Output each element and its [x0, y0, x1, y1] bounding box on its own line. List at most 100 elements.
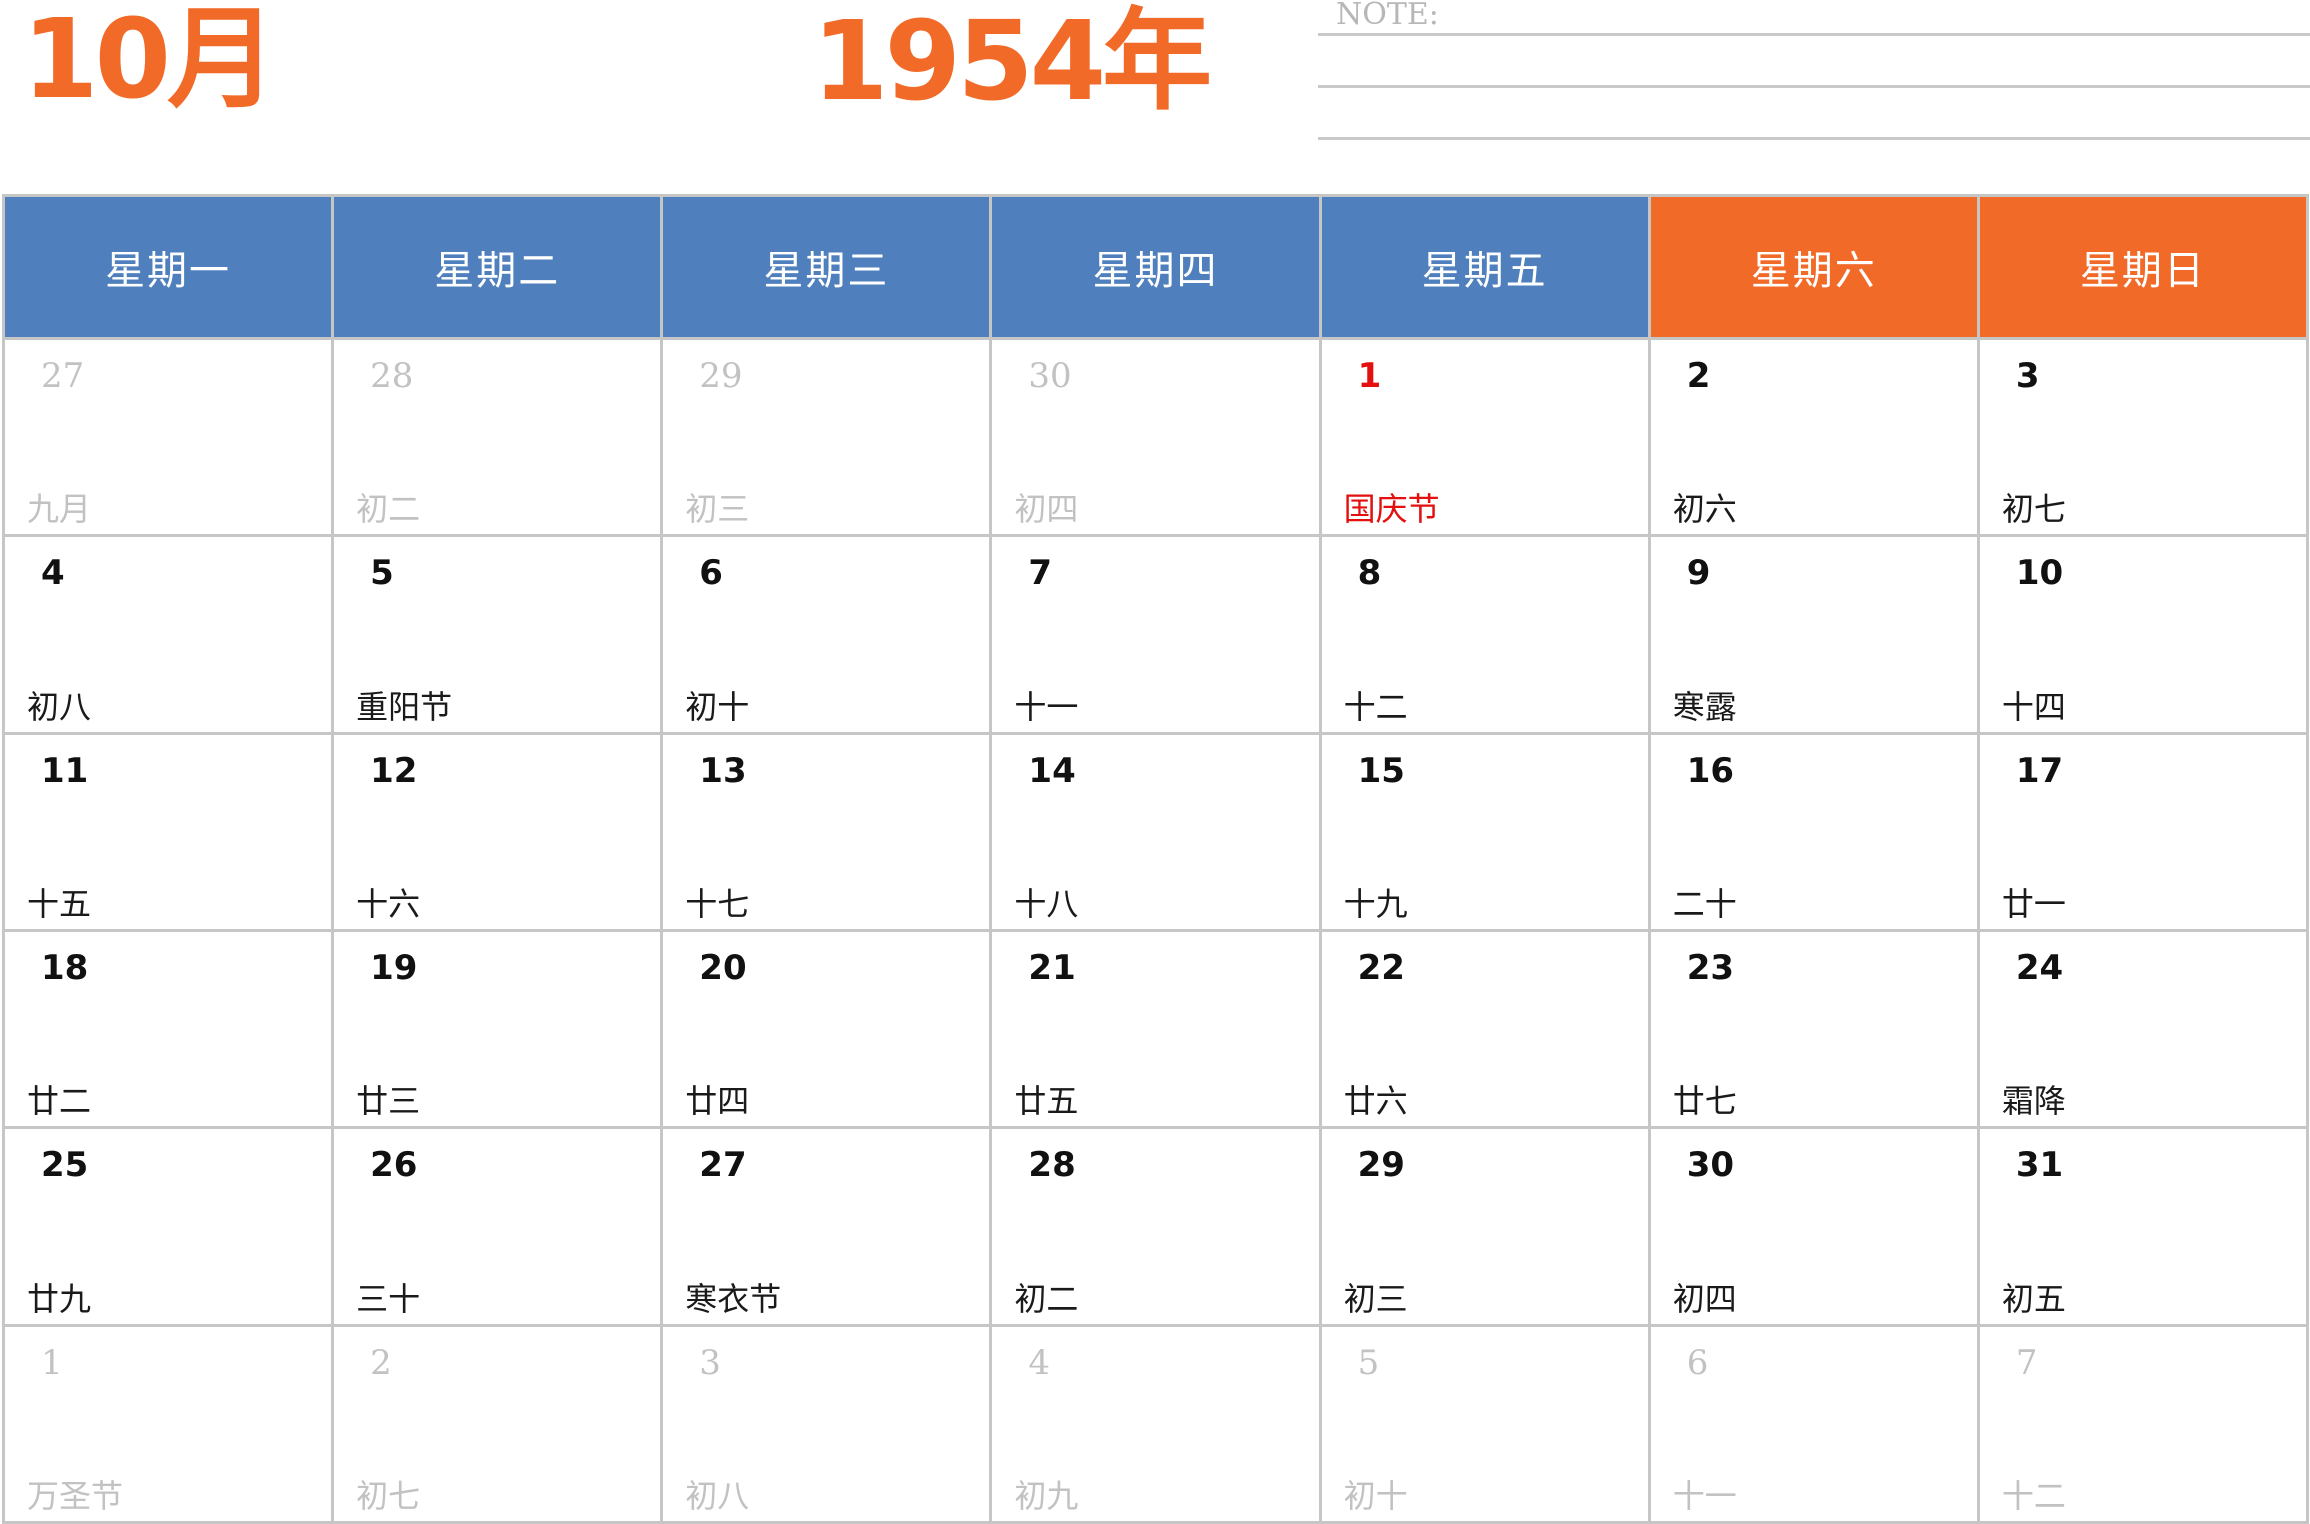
day-cell: 1 万圣节 — [5, 1326, 332, 1521]
day-number: 30 — [1686, 1145, 1735, 1186]
lunar-date: 九月 — [27, 490, 92, 529]
day-cell: 25 廿九 — [5, 1129, 332, 1324]
lunar-date: 霜降 — [2001, 1082, 2066, 1121]
day-cell: 12 十六 — [334, 734, 661, 929]
day-cell: 18 廿二 — [5, 931, 332, 1127]
day-number: 29 — [1357, 1145, 1405, 1186]
day-cell: 28 初二 — [992, 1129, 1319, 1324]
day-number: 28 — [1028, 1145, 1076, 1186]
lunar-date: 十六 — [356, 884, 421, 923]
day-cell: 7 十一 — [992, 537, 1319, 732]
lunar-date: 十一 — [1672, 1476, 1737, 1515]
day-number: 6 — [699, 553, 723, 594]
day-cell: 29 初三 — [1321, 1129, 1648, 1324]
day-number: 21 — [1028, 947, 1076, 988]
lunar-date: 初十 — [685, 687, 750, 726]
day-number: 8 — [1357, 553, 1382, 594]
note-label: NOTE: — [1336, 0, 1439, 32]
day-cell: 31 初五 — [1979, 1129, 2306, 1324]
day-number: 4 — [1028, 1342, 1051, 1383]
weekday-header: 星期五 — [1321, 197, 1648, 337]
lunar-date: 初八 — [685, 1476, 750, 1515]
lunar-date: 万圣节 — [27, 1476, 124, 1515]
day-number: 5 — [1357, 1342, 1380, 1383]
day-number: 3 — [2015, 356, 2040, 396]
calendar-grid: 星期一 星期二 星期三 星期四 星期五 星期六 星期日 27 九月 28 初二 29 初三 30 初四 1 国庆… — [2, 194, 2309, 1524]
day-cell: 19 廿三 — [334, 931, 661, 1127]
lunar-date: 初五 — [2001, 1279, 2066, 1318]
day-cell: 2 初七 — [334, 1326, 661, 1521]
lunar-date: 初四 — [1014, 490, 1079, 529]
day-cell: 1 国庆节 — [1321, 340, 1648, 535]
lunar-date: 初二 — [356, 490, 421, 529]
day-number: 4 — [41, 553, 65, 594]
lunar-date: 初三 — [1343, 1279, 1408, 1318]
weekday-header: 星期三 — [663, 197, 990, 337]
lunar-date: 廿九 — [27, 1279, 92, 1318]
lunar-date: 国庆节 — [1343, 490, 1440, 529]
day-cell: 2 初六 — [1650, 340, 1977, 535]
lunar-date: 二十 — [1672, 884, 1737, 923]
weekday-header: 星期一 — [5, 197, 332, 337]
day-cell: 5 重阳节 — [334, 537, 661, 732]
lunar-date: 廿三 — [356, 1082, 421, 1121]
day-number: 5 — [370, 553, 394, 594]
day-number: 17 — [2015, 750, 2064, 791]
lunar-date: 廿七 — [1672, 1082, 1737, 1121]
note-line — [1318, 85, 2310, 88]
day-number: 7 — [1028, 553, 1053, 594]
day-cell: 8 十二 — [1321, 537, 1648, 732]
day-number: 22 — [1357, 947, 1405, 988]
lunar-date: 初三 — [685, 490, 750, 529]
note-line — [1318, 33, 2310, 36]
lunar-date: 十一 — [1014, 687, 1079, 726]
day-cell: 5 初十 — [1321, 1326, 1648, 1521]
day-cell: 27 寒衣节 — [663, 1129, 990, 1324]
day-cell: 23 廿七 — [1650, 931, 1977, 1127]
lunar-date: 廿五 — [1014, 1082, 1079, 1121]
day-number: 23 — [1686, 947, 1735, 988]
lunar-date: 寒露 — [1672, 687, 1737, 726]
day-number: 10 — [2015, 553, 2064, 594]
day-number: 24 — [2015, 947, 2064, 988]
day-number: 31 — [2015, 1145, 2064, 1186]
lunar-date: 寒衣节 — [685, 1279, 782, 1318]
weekday-header: 星期日 — [1979, 197, 2306, 337]
lunar-date: 初七 — [2001, 490, 2066, 529]
day-number: 11 — [41, 750, 89, 791]
day-cell: 13 十七 — [663, 734, 990, 929]
day-number: 12 — [370, 750, 418, 791]
day-number: 13 — [699, 750, 747, 791]
day-cell: 21 廿五 — [992, 931, 1319, 1127]
day-number: 20 — [699, 947, 747, 988]
lunar-date: 初四 — [1672, 1279, 1737, 1318]
day-cell: 16 二十 — [1650, 734, 1977, 929]
day-number: 14 — [1028, 750, 1076, 791]
day-number: 6 — [1686, 1342, 1709, 1383]
weekday-header: 星期四 — [992, 197, 1319, 337]
day-cell: 17 廿一 — [1979, 734, 2306, 929]
day-number: 7 — [2015, 1342, 2038, 1383]
lunar-date: 初七 — [356, 1476, 421, 1515]
day-cell: 26 三十 — [334, 1129, 661, 1324]
month-title: 10月 — [22, 0, 277, 123]
day-number: 2 — [370, 1342, 392, 1383]
day-cell: 3 初七 — [1979, 340, 2306, 535]
day-cell: 6 初十 — [663, 537, 990, 732]
day-number: 18 — [41, 947, 89, 988]
day-cell: 30 初四 — [992, 340, 1319, 535]
lunar-date: 三十 — [356, 1279, 421, 1318]
day-cell: 6 十一 — [1650, 1326, 1977, 1521]
day-cell: 24 霜降 — [1979, 931, 2306, 1127]
day-cell: 9 寒露 — [1650, 537, 1977, 732]
lunar-date: 廿四 — [685, 1082, 750, 1121]
lunar-date: 十四 — [2001, 687, 2066, 726]
lunar-date: 十二 — [1343, 687, 1408, 726]
day-cell: 4 初八 — [5, 537, 332, 732]
lunar-date: 初九 — [1014, 1476, 1079, 1515]
lunar-date: 初八 — [27, 687, 92, 726]
day-cell: 10 十四 — [1979, 537, 2306, 732]
weekday-header: 星期二 — [334, 197, 661, 337]
day-cell: 11 十五 — [5, 734, 332, 929]
day-number: 15 — [1357, 750, 1405, 791]
